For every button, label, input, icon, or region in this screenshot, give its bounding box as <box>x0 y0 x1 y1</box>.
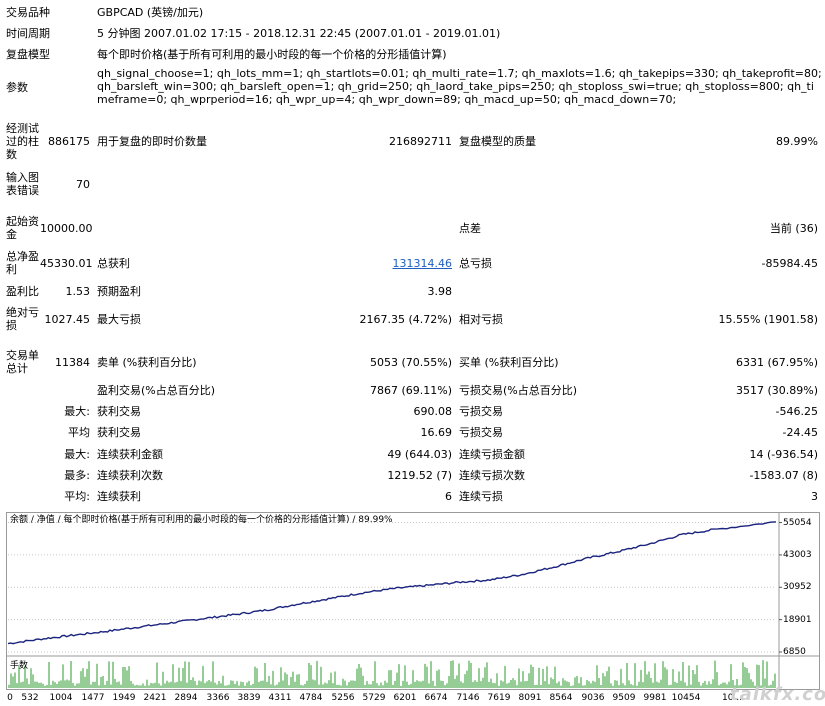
x-tick-label: 4311 <box>268 693 292 703</box>
watermark: talkfx.com <box>730 684 825 705</box>
x-tick-label: 9981 <box>643 693 667 703</box>
x-tick-label: 9036 <box>581 693 605 703</box>
x-tick-label: 5729 <box>362 693 386 703</box>
x-tick-label: 6201 <box>393 693 417 703</box>
x-tick-label: 2421 <box>143 693 167 703</box>
x-tick-label: 1949 <box>112 693 136 703</box>
y-tick-label: 18901 <box>783 614 812 625</box>
x-tick-label: 6674 <box>424 693 448 703</box>
x-tick-label: 1004 <box>49 693 73 703</box>
x-tick-label: 1477 <box>81 693 105 703</box>
y-tick-label: 43003 <box>783 549 812 560</box>
x-tick-label: 3839 <box>237 693 261 703</box>
x-tick-label: 7619 <box>487 693 511 703</box>
x-tick-label: 9509 <box>612 693 636 703</box>
chart-title: 余额 / 净值 / 每个即时价格(基于所有可利用的最小时段的每一个价格的分形插值… <box>10 515 393 525</box>
x-tick-label: 4784 <box>299 693 323 703</box>
x-tick-label: 532 <box>21 693 39 703</box>
x-tick-label: 0 <box>7 693 13 703</box>
y-tick-label: 55054 <box>783 517 812 528</box>
x-tick-label: 8564 <box>549 693 573 703</box>
y-tick-label: 30952 <box>783 582 812 593</box>
x-tick-label: 7146 <box>456 693 480 703</box>
x-tick-label: 2894 <box>174 693 198 703</box>
volume-label: 手数 <box>10 661 29 671</box>
y-tick-label: 6850 <box>783 647 806 657</box>
balance-line <box>7 521 777 645</box>
x-tick-label: 3366 <box>206 693 230 703</box>
x-tick-label: 10454 <box>671 693 701 703</box>
balance-chart-svg <box>7 513 819 689</box>
x-tick-label: 8091 <box>518 693 542 703</box>
x-tick-label: 5256 <box>331 693 355 703</box>
